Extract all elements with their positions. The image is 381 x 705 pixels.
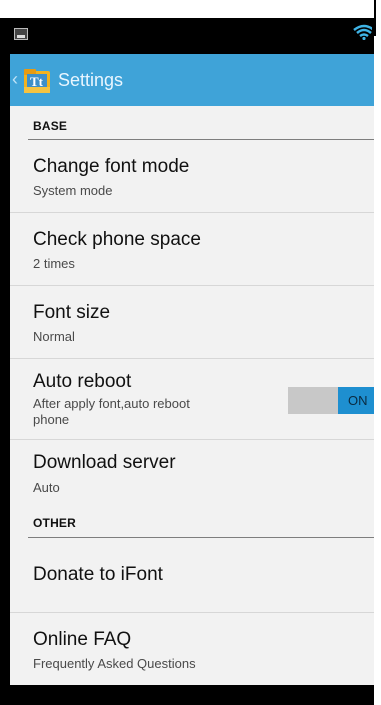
setting-change-font-mode[interactable]: Change font mode System mode [10, 140, 374, 213]
section-label: OTHER [33, 516, 76, 530]
setting-title: Download server [33, 452, 176, 473]
setting-title: Font size [33, 302, 111, 323]
status-bar [10, 18, 374, 54]
section-header-other: OTHER [10, 510, 374, 538]
device-frame: ‹ Tt Settings BASE Change font mode Syst… [0, 0, 381, 705]
setting-title: Auto reboot [33, 371, 132, 392]
svg-text:Tt: Tt [30, 74, 44, 89]
edge-rule [374, 0, 376, 36]
screenshot-notification-icon [14, 28, 28, 40]
setting-donate[interactable]: Donate to iFont [10, 538, 374, 613]
section-header-base: BASE [10, 106, 374, 140]
setting-value: Auto [33, 480, 60, 495]
back-caret-icon[interactable]: ‹ [12, 70, 18, 88]
phone-screen: ‹ Tt Settings BASE Change font mode Syst… [10, 18, 374, 705]
section-label: BASE [33, 119, 68, 133]
top-margin [0, 0, 381, 18]
auto-reboot-toggle[interactable]: ON [288, 387, 374, 414]
toggle-on-thumb: ON [338, 387, 374, 414]
setting-value: System mode [33, 183, 113, 198]
setting-download-server[interactable]: Download server Auto [10, 440, 374, 510]
setting-title: Check phone space [33, 229, 201, 250]
setting-title: Donate to iFont [33, 564, 163, 585]
setting-description: Frequently Asked Questions [33, 656, 196, 671]
page-title: Settings [58, 70, 124, 90]
ifont-app-icon[interactable]: Tt [22, 65, 52, 95]
setting-auto-reboot[interactable]: Auto reboot After apply font,auto reboot… [10, 359, 374, 440]
setting-value: 2 times [33, 256, 75, 271]
setting-title: Change font mode [33, 156, 190, 177]
setting-font-size[interactable]: Font size Normal [10, 286, 374, 359]
left-bezel [0, 18, 10, 705]
setting-online-faq[interactable]: Online FAQ Frequently Asked Questions [10, 613, 374, 683]
settings-list: BASE Change font mode System mode Check … [10, 106, 374, 683]
setting-description: After apply font,auto reboot [33, 396, 190, 411]
setting-title: Online FAQ [33, 629, 132, 650]
navigation-bar [10, 685, 374, 705]
setting-description-line2: phone [33, 412, 70, 427]
setting-value: Normal [33, 329, 75, 344]
wifi-icon [352, 24, 372, 40]
action-bar: ‹ Tt Settings [10, 54, 374, 106]
setting-check-phone-space[interactable]: Check phone space 2 times [10, 213, 374, 286]
